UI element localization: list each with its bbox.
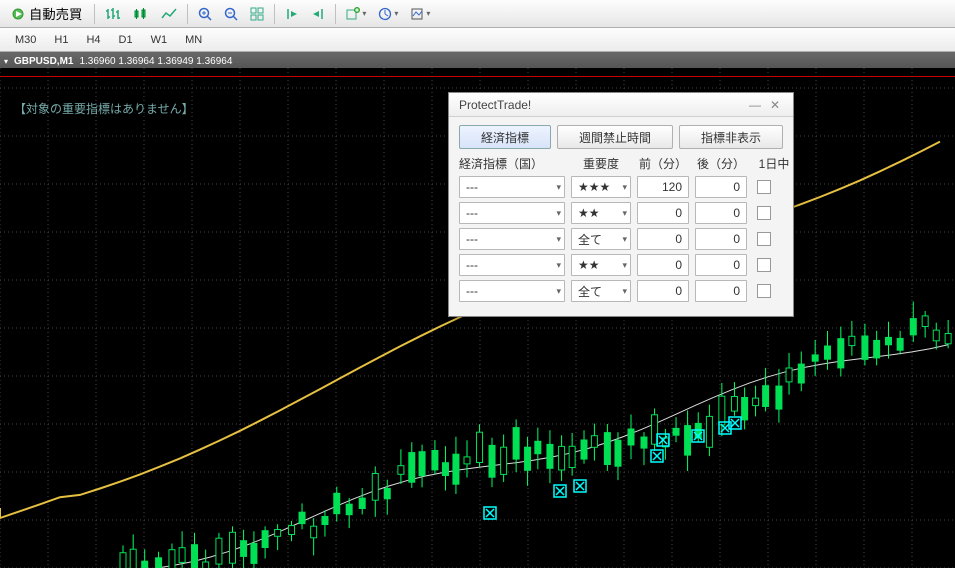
dialog-titlebar[interactable]: ProtectTrade! — ✕ xyxy=(449,93,793,117)
after-minutes-input[interactable] xyxy=(695,254,747,276)
main-toolbar: 自動売買 ▾ ▾ ▾ xyxy=(0,0,955,28)
minimize-button[interactable]: — xyxy=(745,97,765,113)
line-chart-icon xyxy=(161,7,177,21)
tile-icon xyxy=(250,7,264,21)
after-minutes-input[interactable] xyxy=(695,228,747,250)
indicator-row: --- ★★ xyxy=(459,202,783,224)
play-icon xyxy=(11,7,25,21)
col-after: 後（分） xyxy=(695,155,747,172)
protect-trade-dialog: ProtectTrade! — ✕ 経済指標 週間禁止時間 指標非表示 経済指標… xyxy=(448,92,794,317)
zoom-out-icon xyxy=(224,7,238,21)
importance-select[interactable]: ★★ xyxy=(571,254,631,276)
importance-select[interactable]: 全て xyxy=(571,228,631,250)
chart-menu-arrow-icon[interactable]: ▾ xyxy=(4,57,8,66)
bar-chart-icon xyxy=(105,7,121,21)
before-minutes-input[interactable] xyxy=(637,254,689,276)
dialog-title-text: ProtectTrade! xyxy=(459,98,531,112)
shift-icon xyxy=(285,7,299,21)
timeframe-m30[interactable]: M30 xyxy=(6,30,45,50)
line-chart-button[interactable] xyxy=(156,3,182,25)
indicators-button[interactable]: ▾ xyxy=(341,3,371,25)
col-allday: 1日中 xyxy=(753,155,795,172)
before-minutes-input[interactable] xyxy=(637,202,689,224)
template-icon xyxy=(410,7,424,21)
chart-ohlc-label: 1.36960 1.36964 1.36949 1.36964 xyxy=(79,56,232,67)
tab-hide-indicator[interactable]: 指標非表示 xyxy=(679,125,783,149)
importance-select[interactable]: 全て xyxy=(571,280,631,302)
before-minutes-input[interactable] xyxy=(637,280,689,302)
clock-icon xyxy=(378,7,392,21)
allday-checkbox[interactable] xyxy=(757,284,771,298)
country-select[interactable]: --- xyxy=(459,176,565,198)
allday-checkbox[interactable] xyxy=(757,232,771,246)
indicator-status-text: 【対象の重要指標はありません】 xyxy=(14,100,194,117)
importance-select[interactable]: ★★ xyxy=(571,202,631,224)
indicator-row: --- ★★★ xyxy=(459,176,783,198)
toolbar-separator xyxy=(274,4,275,24)
dropdown-arrow-icon: ▾ xyxy=(394,9,398,18)
tile-windows-button[interactable] xyxy=(245,3,269,25)
after-minutes-input[interactable] xyxy=(695,176,747,198)
importance-select[interactable]: ★★★ xyxy=(571,176,631,198)
toolbar-separator xyxy=(94,4,95,24)
chart-symbol-label: GBPUSD,M1 xyxy=(14,56,73,67)
allday-checkbox[interactable] xyxy=(757,180,771,194)
zoom-out-button[interactable] xyxy=(219,3,243,25)
table-header: 経済指標（国） 重要度 前（分） 後（分） 1日中 xyxy=(459,155,783,172)
dialog-body: 経済指標 週間禁止時間 指標非表示 経済指標（国） 重要度 前（分） 後（分） … xyxy=(449,117,793,316)
periodicity-button[interactable]: ▾ xyxy=(373,3,403,25)
dropdown-arrow-icon: ▾ xyxy=(362,9,366,18)
country-select[interactable]: --- xyxy=(459,228,565,250)
indicator-row: --- ★★ xyxy=(459,254,783,276)
timeframe-d1[interactable]: D1 xyxy=(110,30,142,50)
timeframe-toolbar: M30H1H4D1W1MN xyxy=(0,28,955,52)
timeframe-mn[interactable]: MN xyxy=(176,30,211,50)
close-button[interactable]: ✕ xyxy=(765,97,785,113)
country-select[interactable]: --- xyxy=(459,254,565,276)
indicators-icon xyxy=(346,7,360,21)
indicator-row: --- 全て xyxy=(459,228,783,250)
indicator-row: --- 全て xyxy=(459,280,783,302)
autotrade-label: 自動売買 xyxy=(29,4,82,23)
col-country: 経済指標（国） xyxy=(459,155,565,172)
shift-chart-button[interactable] xyxy=(280,3,304,25)
before-minutes-input[interactable] xyxy=(637,228,689,250)
templates-button[interactable]: ▾ xyxy=(405,3,435,25)
dropdown-arrow-icon: ▾ xyxy=(426,9,430,18)
zoom-in-icon xyxy=(198,7,212,21)
timeframe-h1[interactable]: H1 xyxy=(45,30,77,50)
tab-economic[interactable]: 経済指標 xyxy=(459,125,551,149)
timeframe-h4[interactable]: H4 xyxy=(77,30,109,50)
tab-weekly-ban[interactable]: 週間禁止時間 xyxy=(557,125,673,149)
bar-chart-button[interactable] xyxy=(100,3,126,25)
country-select[interactable]: --- xyxy=(459,280,565,302)
autoscroll-icon xyxy=(311,7,325,21)
autotrade-button[interactable]: 自動売買 xyxy=(4,3,89,25)
timeframe-w1[interactable]: W1 xyxy=(142,30,177,50)
before-minutes-input[interactable] xyxy=(637,176,689,198)
dialog-tabs: 経済指標 週間禁止時間 指標非表示 xyxy=(459,125,783,149)
candle-icon xyxy=(133,7,149,21)
after-minutes-input[interactable] xyxy=(695,280,747,302)
toolbar-separator xyxy=(187,4,188,24)
toolbar-separator xyxy=(335,4,336,24)
allday-checkbox[interactable] xyxy=(757,206,771,220)
col-before: 前（分） xyxy=(637,155,689,172)
candle-chart-button[interactable] xyxy=(128,3,154,25)
autoscroll-button[interactable] xyxy=(306,3,330,25)
chart-header: ▾ GBPUSD,M1 1.36960 1.36964 1.36949 1.36… xyxy=(0,54,955,68)
col-importance: 重要度 xyxy=(571,155,631,172)
allday-checkbox[interactable] xyxy=(757,258,771,272)
after-minutes-input[interactable] xyxy=(695,202,747,224)
zoom-in-button[interactable] xyxy=(193,3,217,25)
country-select[interactable]: --- xyxy=(459,202,565,224)
